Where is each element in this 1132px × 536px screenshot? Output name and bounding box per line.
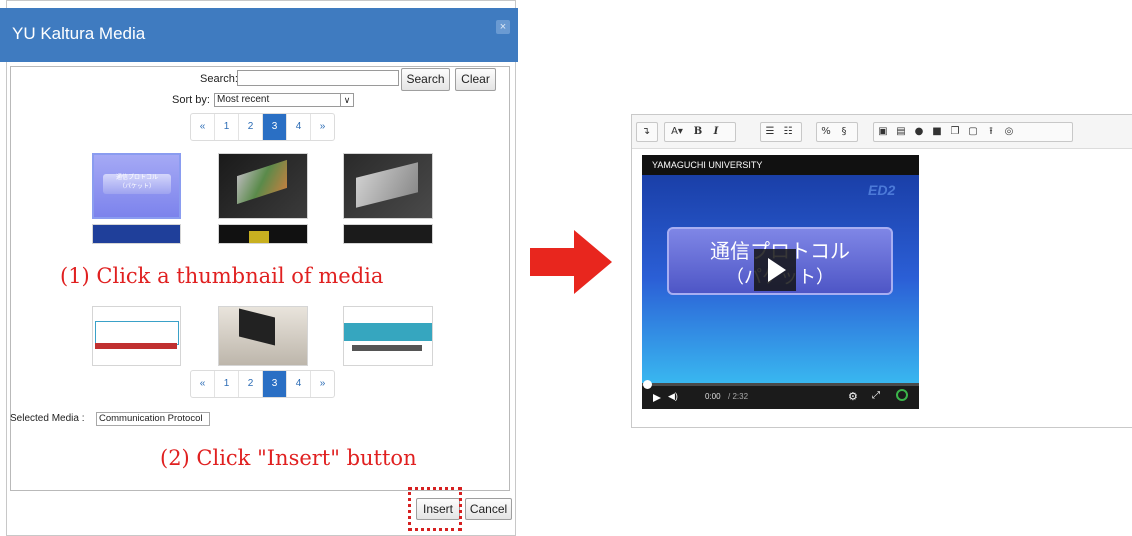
page-2[interactable]: 2 — [239, 371, 263, 397]
toolbar-group-3: ☰ ☷ — [760, 122, 802, 142]
ed2-logo: ED2 — [868, 182, 896, 198]
italic-icon[interactable]: I — [707, 123, 725, 141]
settings-gear-icon[interactable]: ⚙ — [848, 390, 858, 403]
image-icon[interactable]: ▣ — [874, 123, 892, 141]
chevron-down-icon: ∨ — [340, 94, 353, 106]
progress-track[interactable] — [642, 383, 919, 386]
link-icon[interactable]: % — [817, 123, 835, 141]
thumbnail-media-3[interactable] — [343, 153, 433, 219]
thumbnail-media-8[interactable] — [218, 306, 308, 366]
editor-toolbar: ↴ A▾ B I ☰ ☷ % § ▣ ▤ ● ■ ❐ ▢ ⭱ ◎ — [632, 115, 1132, 149]
page-2[interactable]: 2 — [239, 114, 263, 140]
embed-icon[interactable]: ◎ — [1000, 123, 1018, 141]
search-label: Search: — [200, 73, 238, 85]
time-total: / 2:32 — [728, 392, 749, 401]
embedded-video-player[interactable]: YAMAGUCHI UNIVERSITY ED2 通信プロトコル （パケット） … — [642, 155, 919, 409]
upload-icon[interactable]: ⭱ — [982, 123, 1000, 141]
thumbnail-media-6[interactable] — [343, 224, 433, 244]
pagination-bottom: « 1 2 3 4 » — [190, 370, 335, 398]
thumbnail-title: 通信プロトコル （パケット） — [103, 174, 171, 194]
record-video-icon[interactable]: ■ — [928, 123, 946, 141]
bullet-list-icon[interactable]: ☰ — [761, 123, 779, 141]
search-button[interactable]: Search — [401, 68, 450, 91]
page-next[interactable]: » — [311, 371, 334, 397]
dialog-titlebar: YU Kaltura Media × — [0, 8, 518, 62]
page-prev[interactable]: « — [191, 114, 215, 140]
instruction-step-1: (1) Click a thumbnail of media — [60, 264, 384, 288]
page-3[interactable]: 3 — [263, 371, 287, 397]
thumbnail-media-4[interactable] — [92, 224, 181, 244]
h5p-icon[interactable]: ▢ — [964, 123, 982, 141]
page-3[interactable]: 3 — [263, 114, 287, 140]
close-icon[interactable]: × — [496, 20, 510, 34]
page-1[interactable]: 1 — [215, 371, 239, 397]
bold-icon[interactable]: B — [689, 123, 707, 141]
volume-icon[interactable]: ◀) — [668, 391, 678, 402]
manage-files-icon[interactable]: ❐ — [946, 123, 964, 141]
selected-media-label: Selected Media : — [10, 413, 85, 424]
page-prev[interactable]: « — [191, 371, 215, 397]
play-small-icon[interactable] — [652, 393, 662, 403]
thumbnail-media-7[interactable] — [92, 306, 181, 366]
play-overlay-button[interactable] — [754, 249, 796, 291]
instruction-step-2: (2) Click "Insert" button — [160, 446, 417, 470]
time-current: 0:00 — [705, 392, 721, 401]
media-icon[interactable]: ▤ — [892, 123, 910, 141]
thumbnail-media-2[interactable] — [218, 153, 308, 219]
university-label: YAMAGUCHI UNIVERSITY — [652, 160, 763, 170]
toolbar-group-5: ▣ ▤ ● ■ ❐ ▢ ⭱ ◎ — [873, 122, 1073, 142]
indent-icon[interactable]: ↴ — [637, 123, 655, 141]
page-next[interactable]: » — [311, 114, 334, 140]
page-4[interactable]: 4 — [287, 114, 311, 140]
sort-select-value: Most recent — [217, 94, 270, 105]
toolbar-group-2: A▾ B I — [664, 122, 736, 142]
fullscreen-icon[interactable]: ⤢ — [872, 390, 880, 401]
kaltura-logo-icon — [896, 389, 908, 401]
page-4[interactable]: 4 — [287, 371, 311, 397]
thumbnail-media-5[interactable] — [218, 224, 308, 244]
search-input[interactable] — [237, 70, 399, 86]
font-color-icon[interactable]: A▾ — [665, 123, 689, 141]
selected-media-field: Communication Protocol — [96, 412, 210, 426]
play-icon — [768, 258, 786, 282]
toolbar-group-1: ↴ — [636, 122, 658, 142]
numbered-list-icon[interactable]: ☷ — [779, 123, 797, 141]
video-control-bar: ◀) 0:00 / 2:32 ⚙ ⤢ — [642, 380, 919, 409]
cancel-button[interactable]: Cancel — [465, 498, 512, 520]
insert-highlight — [408, 487, 462, 531]
pagination-top: « 1 2 3 4 » — [190, 113, 335, 141]
arrow-right-icon — [530, 230, 612, 294]
page-1[interactable]: 1 — [215, 114, 239, 140]
progress-handle[interactable] — [643, 380, 652, 389]
record-audio-icon[interactable]: ● — [910, 123, 928, 141]
sort-select[interactable]: Most recent ∨ — [214, 93, 354, 107]
toolbar-group-4: % § — [816, 122, 858, 142]
thumbnail-communication-protocol[interactable]: 通信プロトコル （パケット） — [92, 153, 181, 219]
clear-button[interactable]: Clear — [455, 68, 496, 91]
thumbnail-media-9[interactable] — [343, 306, 433, 366]
sort-label: Sort by: — [172, 94, 210, 106]
unlink-icon[interactable]: § — [835, 123, 853, 141]
dialog-title: YU Kaltura Media — [12, 24, 146, 43]
